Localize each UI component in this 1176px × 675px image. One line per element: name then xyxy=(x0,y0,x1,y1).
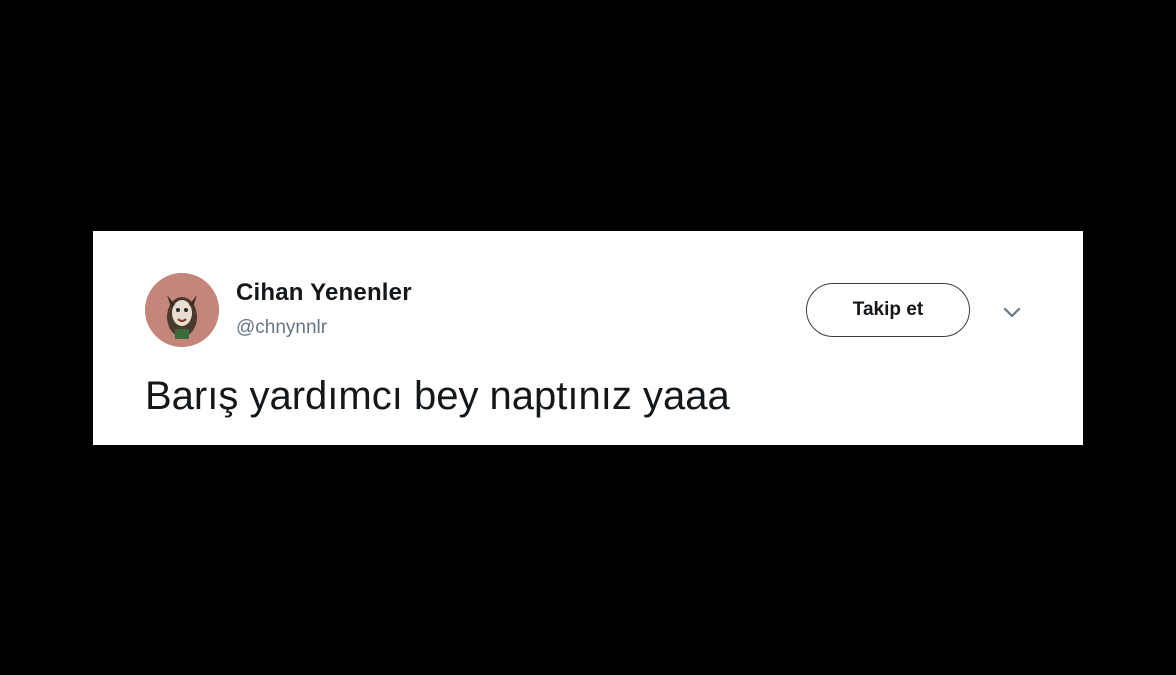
author-handle[interactable]: @chnynnlr xyxy=(236,317,327,339)
author-display-name[interactable]: Cihan Yenenler xyxy=(236,279,412,307)
chevron-down-icon[interactable] xyxy=(1001,301,1023,323)
tweet-card: Cihan Yenenler @chnynnlr Takip et Barış … xyxy=(93,231,1083,445)
tweet-text: Barış yardımcı bey naptınız yaaa xyxy=(145,374,730,418)
follow-button[interactable]: Takip et xyxy=(806,283,970,337)
avatar[interactable] xyxy=(145,273,219,347)
avatar-image xyxy=(145,273,219,347)
